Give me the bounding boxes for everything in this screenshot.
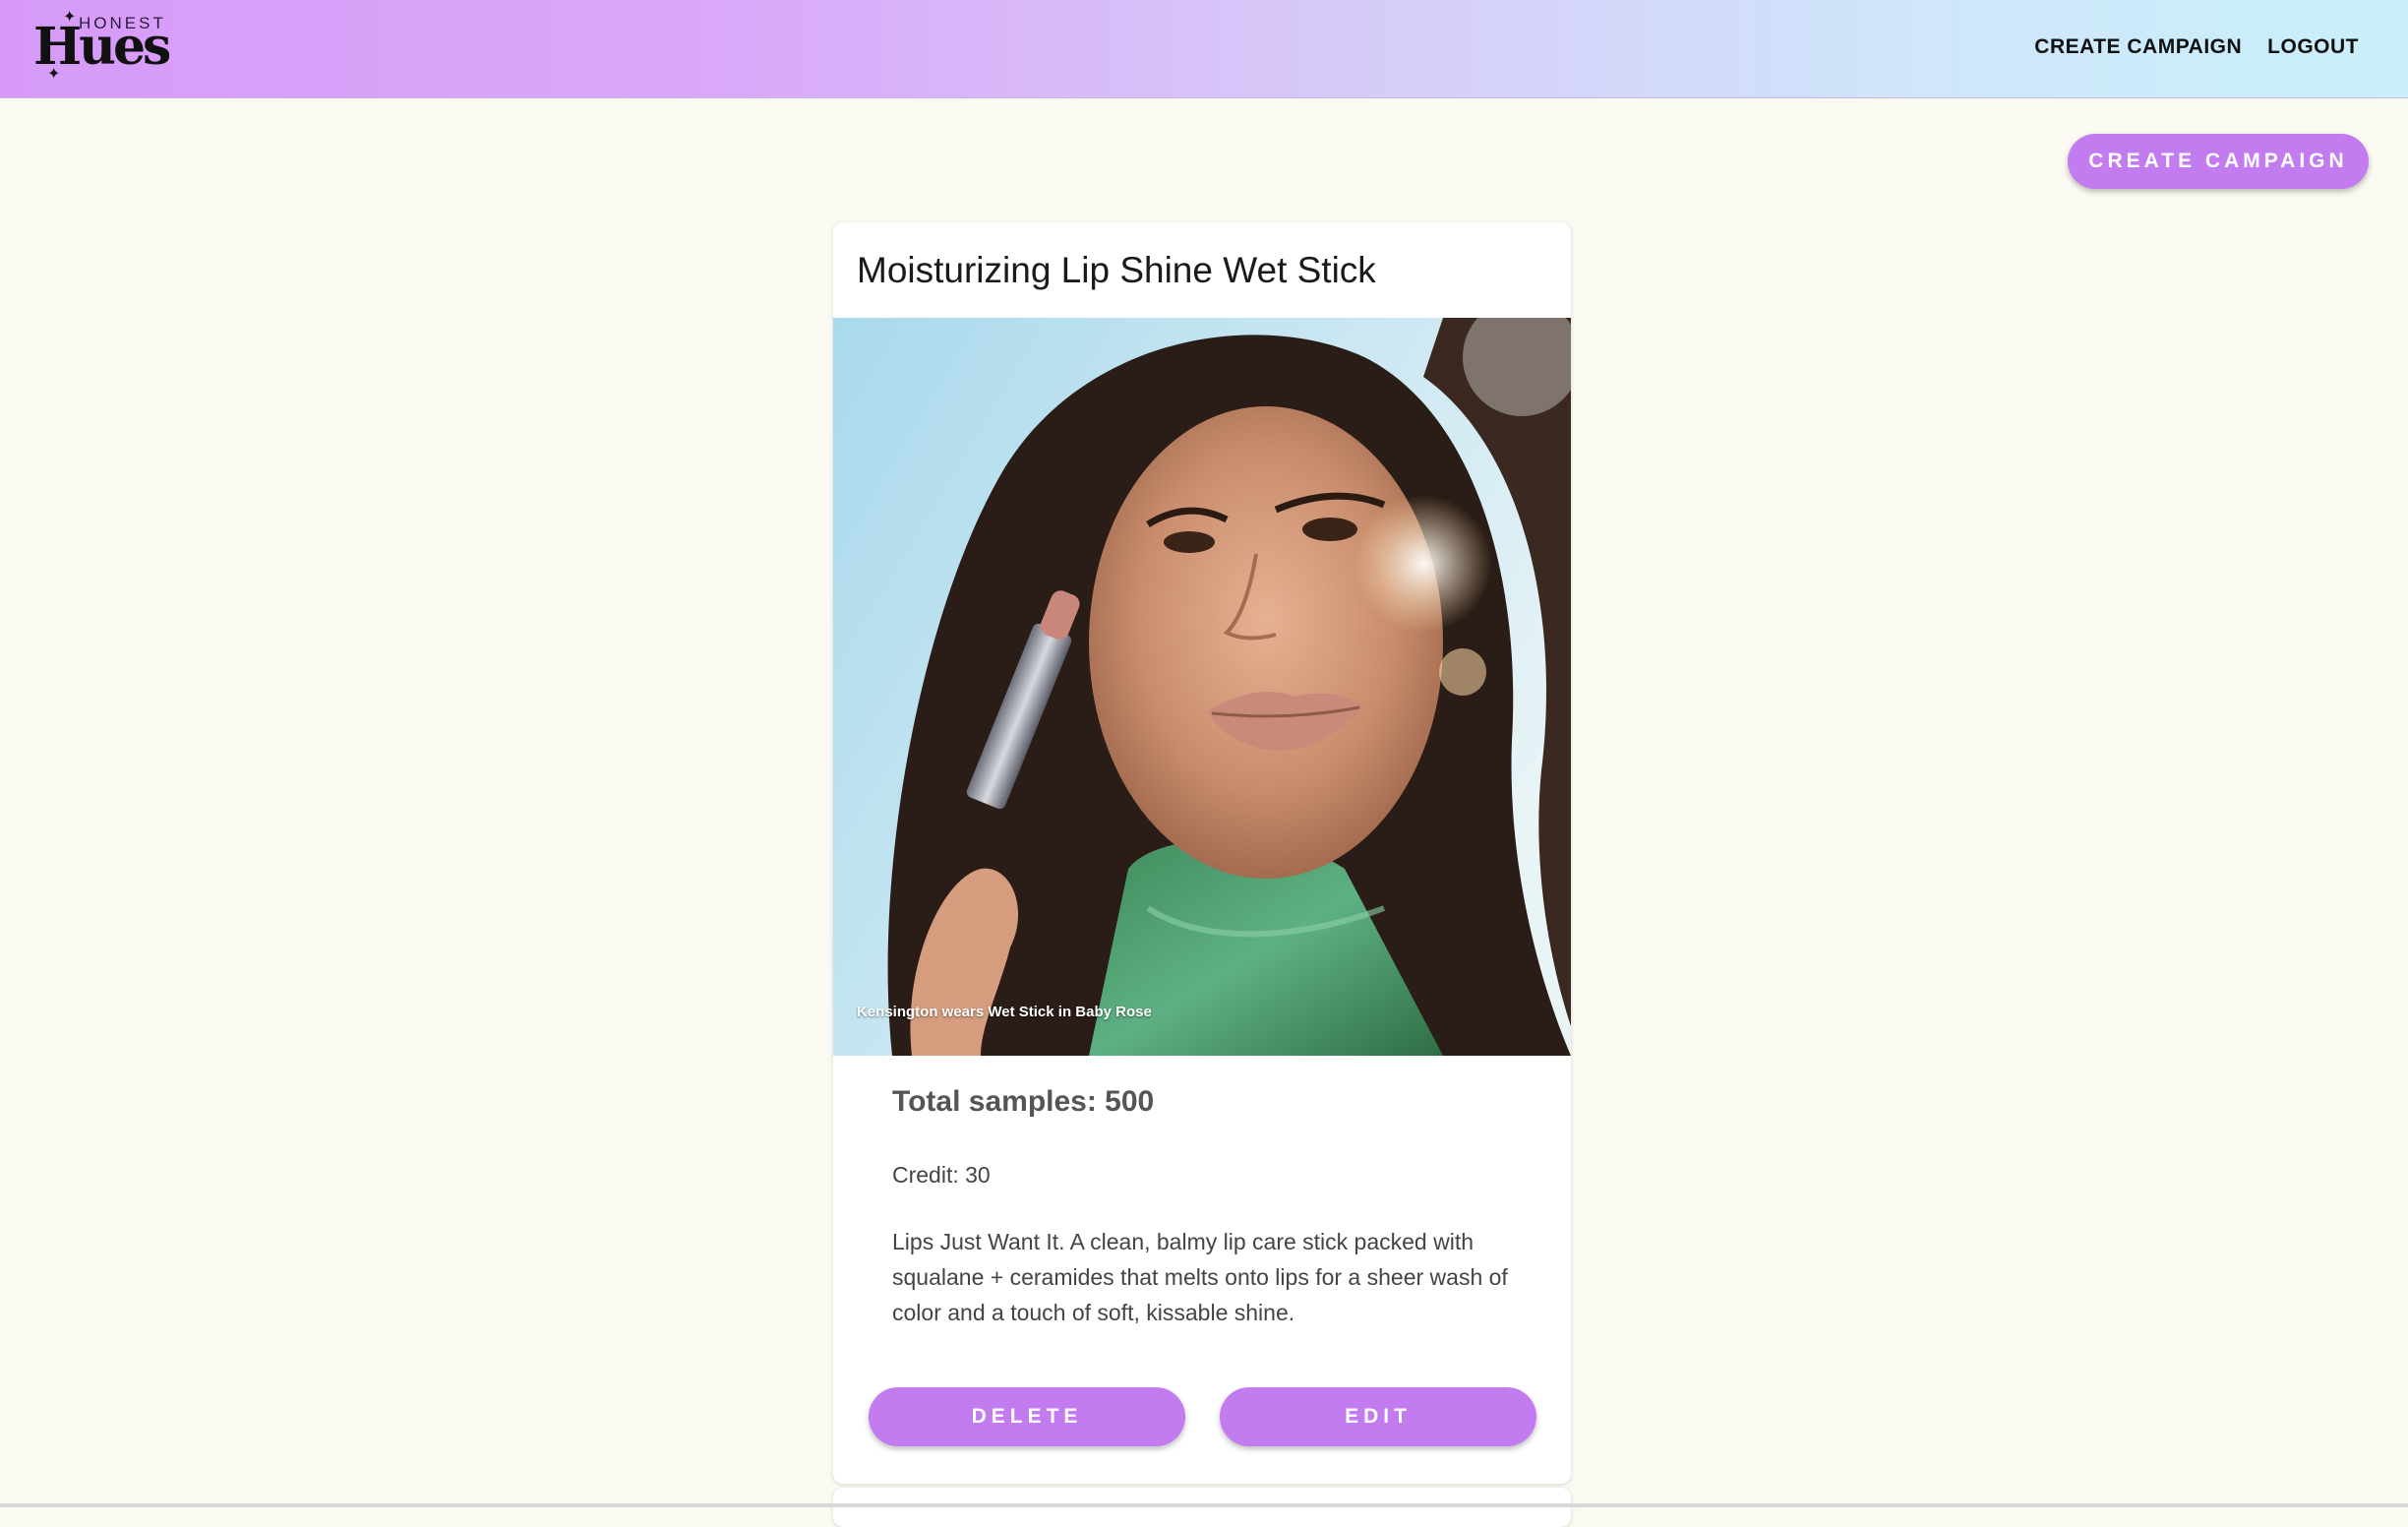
page-bottom-edge (0, 1503, 2408, 1507)
nav-create-campaign-link[interactable]: CREATE CAMPAIGN (2034, 35, 2242, 59)
nav-logout-link[interactable]: LOGOUT (2267, 35, 2359, 59)
sparkle-icon: ✦ (47, 66, 61, 83)
photo-caption: Kensington wears Wet Stick in Baby Rose (857, 1004, 1152, 1020)
create-campaign-button[interactable]: CREATE CAMPAIGN (2068, 134, 2369, 189)
campaign-title: Moisturizing Lip Shine Wet Stick (857, 250, 1376, 290)
campaign-card: Moisturizing Lip Shine Wet Stick Kensing… (833, 222, 1571, 1484)
edit-button[interactable]: EDIT (1220, 1387, 1536, 1446)
campaign-photo (833, 318, 1571, 1056)
nav-links: CREATE CAMPAIGN LOGOUT (2034, 35, 2359, 59)
delete-button[interactable]: DELETE (869, 1387, 1185, 1446)
credit-value: Credit: 30 (892, 1162, 991, 1188)
top-navbar: ✦ HONEST Hues ✦ CREATE CAMPAIGN LOGOUT (0, 0, 2408, 98)
campaign-description: Lips Just Want It. A clean, balmy lip ca… (892, 1229, 1508, 1325)
campaign-image: Kensington wears Wet Stick in Baby Rose (833, 318, 1571, 1056)
next-campaign-card (833, 1488, 1571, 1527)
total-samples: Total samples: 500 (892, 1085, 1155, 1118)
honest-hues-logo[interactable]: ✦ HONEST Hues ✦ (33, 10, 171, 87)
